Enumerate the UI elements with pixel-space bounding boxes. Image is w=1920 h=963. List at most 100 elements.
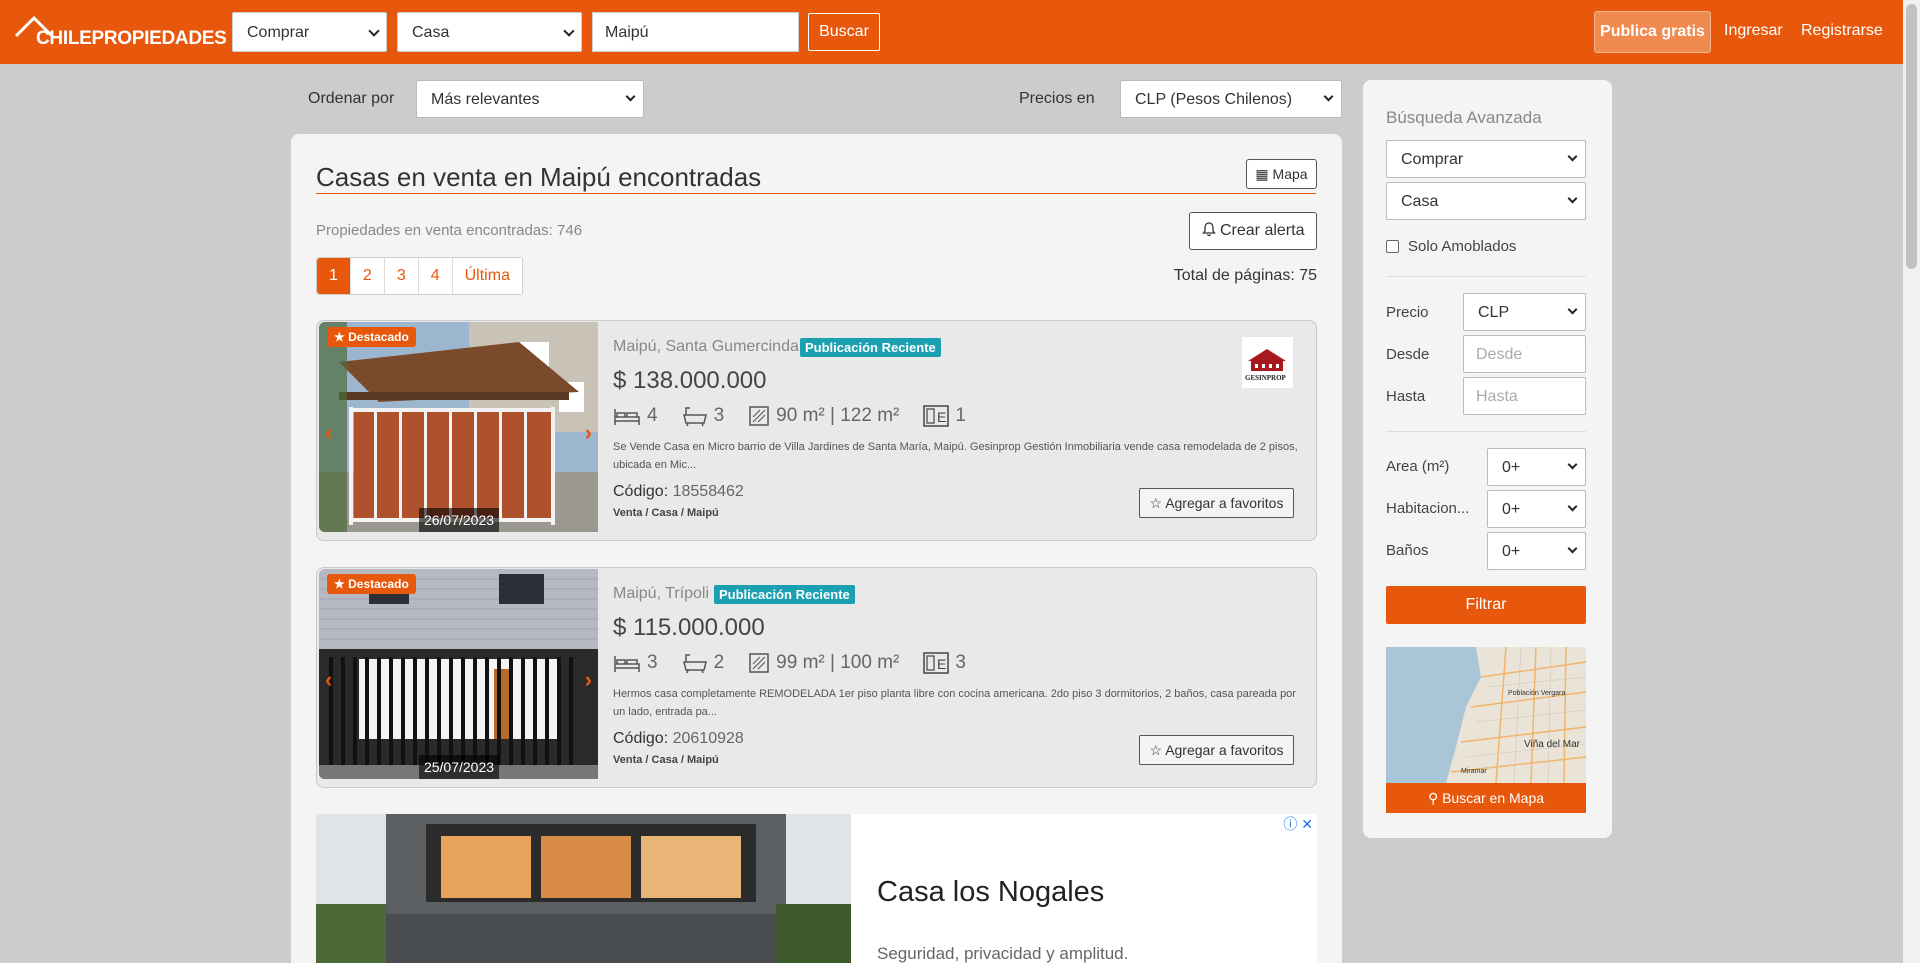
register-link[interactable]: Registrarse bbox=[1801, 22, 1883, 40]
map-thumbnail-image: Población Vergara Viña del Mar Miramar bbox=[1386, 647, 1586, 783]
bed-icon bbox=[614, 409, 640, 425]
listing-price: $ 115.000.000 bbox=[613, 614, 765, 641]
page-link-4[interactable]: 4 bbox=[419, 258, 453, 294]
next-photo-arrow-icon[interactable]: › bbox=[585, 420, 592, 446]
page-title: Casas en venta en Maipú encontradas bbox=[316, 162, 762, 192]
listing-location: Maipú, Santa Gumercinda bbox=[613, 338, 799, 355]
total-pages: Total de páginas: 75 bbox=[1173, 267, 1317, 284]
listing-card[interactable]: ★ Destacado ‹ › 26/07/2023 Maipú, Santa … bbox=[316, 320, 1317, 541]
parking-icon: E bbox=[923, 405, 950, 427]
chevron-down-icon bbox=[1567, 193, 1578, 204]
area-icon bbox=[749, 653, 769, 673]
price-label: Precio bbox=[1386, 304, 1429, 321]
prev-photo-arrow-icon[interactable]: ‹ bbox=[325, 420, 332, 446]
map-button[interactable]: ▦ Mapa bbox=[1246, 159, 1317, 189]
page-scrollbar[interactable] bbox=[1903, 0, 1920, 963]
svg-text:E: E bbox=[937, 656, 946, 672]
currency-select[interactable]: CLP bbox=[1463, 293, 1586, 331]
agency-logo[interactable]: GESINPROP bbox=[1242, 337, 1293, 388]
chevron-down-icon bbox=[1567, 543, 1578, 554]
page-link-last[interactable]: Última bbox=[453, 258, 522, 294]
ad-info-icon[interactable]: ⓘ bbox=[1283, 816, 1297, 832]
advanced-search-sidebar: Búsqueda Avanzada Comprar Casa Solo Amob… bbox=[1363, 80, 1612, 838]
order-by-label: Ordenar por bbox=[308, 90, 395, 107]
scrollbar-thumb[interactable] bbox=[1906, 4, 1917, 269]
parking-feature: E 1 bbox=[923, 405, 966, 427]
featured-badge: ★ Destacado bbox=[327, 327, 416, 347]
listing-description: Se Vende Casa en Micro barrio de Villa J… bbox=[613, 441, 1298, 471]
chevron-down-icon bbox=[1567, 151, 1578, 162]
sidebar-divider bbox=[1386, 431, 1586, 432]
map-icon: ▦ bbox=[1255, 166, 1269, 182]
price-from-input[interactable]: Desde bbox=[1463, 335, 1586, 373]
featured-badge: ★ Destacado bbox=[327, 574, 416, 594]
baths-select[interactable]: 0+ bbox=[1487, 532, 1586, 570]
ad-close-icon[interactable]: ✕ bbox=[1301, 816, 1313, 832]
chevron-down-icon bbox=[1567, 459, 1578, 470]
rooms-label: Habitacion... bbox=[1386, 500, 1470, 517]
advanced-search-heading: Búsqueda Avanzada bbox=[1386, 108, 1542, 127]
search-on-map-button[interactable]: ⚲ Buscar en Mapa bbox=[1386, 783, 1586, 813]
advertisement-banner[interactable]: Casa los Nogales Seguridad, privacidad y… bbox=[316, 814, 1317, 963]
listing-photo[interactable]: ★ Destacado ‹ › 26/07/2023 bbox=[319, 322, 598, 532]
add-to-favorites-button[interactable]: ☆ Agregar a favoritos bbox=[1139, 488, 1294, 518]
listing-features: 4 3 90 m² | 122 m² E 1 bbox=[613, 403, 990, 429]
furnished-checkbox[interactable] bbox=[1386, 240, 1399, 253]
price-currency-select[interactable]: CLP (Pesos Chilenos) bbox=[1120, 80, 1342, 118]
property-type-select[interactable]: Casa bbox=[397, 12, 582, 52]
area-feature: 90 m² | 122 m² bbox=[748, 405, 899, 427]
ad-house-image bbox=[316, 814, 851, 963]
page-link-3[interactable]: 3 bbox=[385, 258, 419, 294]
filter-button[interactable]: Filtrar bbox=[1386, 586, 1586, 624]
recent-publication-badge: Publicación Reciente bbox=[800, 338, 941, 357]
page-link-2[interactable]: 2 bbox=[351, 258, 385, 294]
logo-text: CHILEPROPIEDADES bbox=[36, 28, 227, 49]
page-link-1[interactable]: 1 bbox=[317, 258, 351, 294]
price-to-input[interactable]: Hasta bbox=[1463, 377, 1586, 415]
bathrooms-feature: 2 bbox=[682, 652, 724, 674]
results-panel: Casas en venta en Maipú encontradas ▦ Ma… bbox=[291, 134, 1342, 963]
login-link[interactable]: Ingresar bbox=[1724, 22, 1783, 40]
area-select[interactable]: 0+ bbox=[1487, 448, 1586, 486]
top-navbar: CHILEPROPIEDADES Comprar Casa Maipú Busc… bbox=[0, 0, 1903, 64]
star-icon: ★ bbox=[334, 577, 345, 591]
create-alert-button[interactable]: Crear alerta bbox=[1189, 212, 1317, 250]
chevron-down-icon bbox=[368, 25, 380, 37]
listing-path: Venta / Casa / Maipú bbox=[613, 507, 719, 519]
area-label: Area (m²) bbox=[1386, 458, 1450, 475]
rooms-select[interactable]: 0+ bbox=[1487, 490, 1586, 528]
listing-path: Venta / Casa / Maipú bbox=[613, 754, 719, 766]
sidebar-divider bbox=[1386, 276, 1586, 277]
operation-select[interactable]: Comprar bbox=[232, 12, 387, 52]
add-to-favorites-button[interactable]: ☆ Agregar a favoritos bbox=[1139, 735, 1294, 765]
ad-controls: ⓘ ✕ bbox=[1283, 814, 1313, 834]
prev-photo-arrow-icon[interactable]: ‹ bbox=[325, 667, 332, 693]
chevron-down-icon bbox=[1567, 304, 1578, 315]
listing-code: Código: 20610928 bbox=[613, 730, 744, 747]
listing-photo[interactable]: ★ Destacado ‹ › 25/07/2023 bbox=[319, 569, 598, 779]
bedrooms-feature: 4 bbox=[613, 405, 658, 427]
search-button[interactable]: Buscar bbox=[808, 13, 880, 51]
listing-date: 25/07/2023 bbox=[419, 755, 499, 779]
listing-features: 3 2 99 m² | 100 m² E 3 bbox=[613, 650, 990, 676]
parking-icon: E bbox=[923, 652, 950, 674]
house-photo-image bbox=[319, 569, 598, 779]
sidebar-operation-select[interactable]: Comprar bbox=[1386, 140, 1586, 178]
publish-free-button[interactable]: Publica gratis bbox=[1594, 11, 1711, 53]
next-photo-arrow-icon[interactable]: › bbox=[585, 667, 592, 693]
mini-map[interactable]: Población Vergara Viña del Mar Miramar bbox=[1386, 647, 1586, 783]
star-outline-icon: ☆ bbox=[1149, 742, 1163, 758]
agency-name: GESINPROP bbox=[1245, 374, 1286, 382]
area-icon bbox=[749, 406, 769, 426]
order-by-select[interactable]: Más relevantes bbox=[416, 80, 644, 118]
listing-card[interactable]: ★ Destacado ‹ › 25/07/2023 Maipú, Trípol… bbox=[316, 567, 1317, 788]
ad-title: Casa los Nogales bbox=[877, 876, 1105, 908]
location-input[interactable]: Maipú bbox=[592, 12, 799, 52]
title-divider bbox=[316, 193, 1316, 194]
star-icon: ★ bbox=[334, 330, 345, 344]
map-label-vina-del-mar: Viña del Mar bbox=[1524, 739, 1581, 750]
sidebar-type-select[interactable]: Casa bbox=[1386, 182, 1586, 220]
listing-description: Hermos casa completamente REMODELADA 1er… bbox=[613, 688, 1296, 718]
area-feature: 99 m² | 100 m² bbox=[748, 652, 899, 674]
chevron-down-icon bbox=[1323, 91, 1334, 102]
